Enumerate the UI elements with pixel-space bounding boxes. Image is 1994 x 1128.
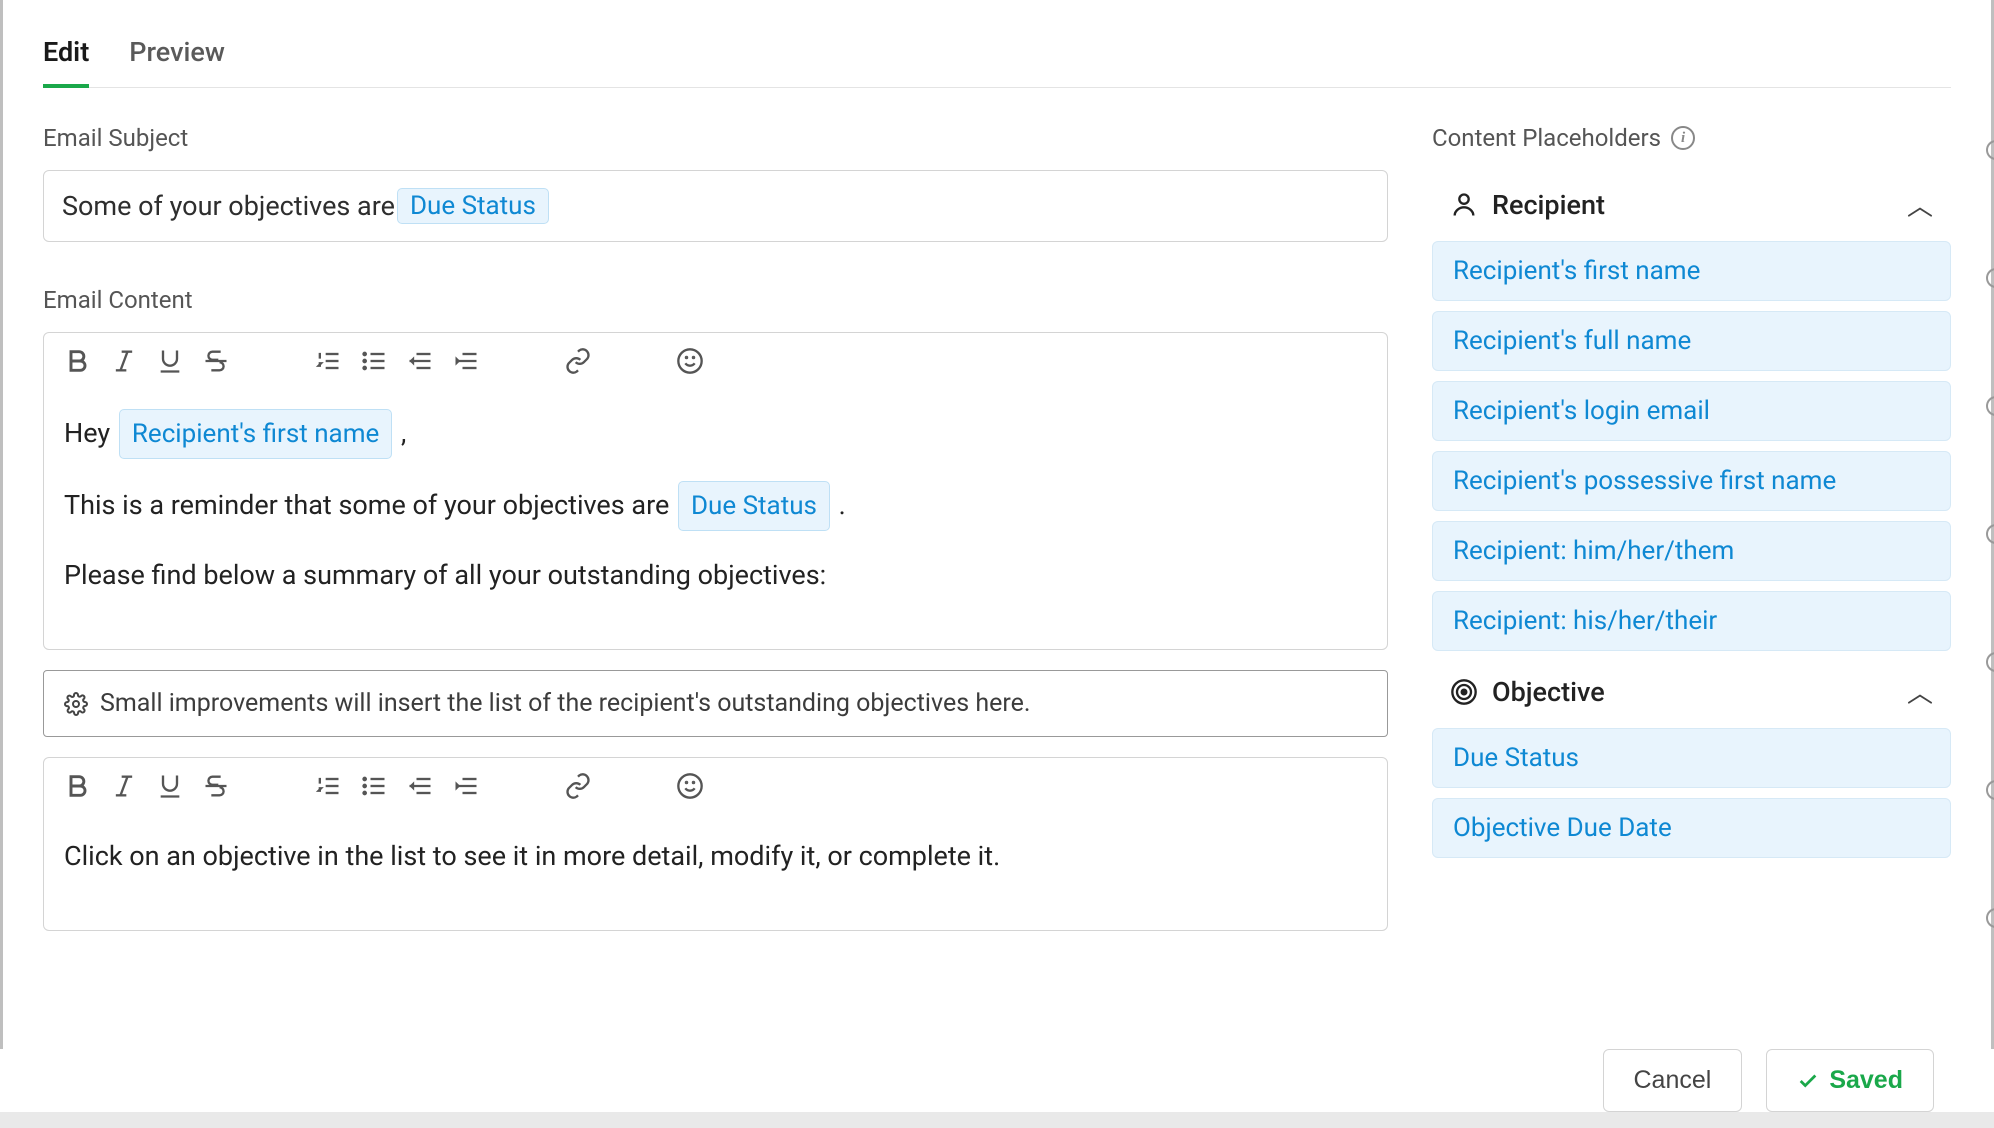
- body1-line1-prefix: Hey: [64, 417, 117, 449]
- ordered-list-icon[interactable]: [314, 772, 342, 800]
- chevron-up-icon: ︿: [1907, 673, 1933, 710]
- chevron-up-icon: ︿: [1907, 186, 1933, 223]
- gear-icon: [64, 692, 88, 716]
- strikethrough-icon[interactable]: [202, 347, 230, 375]
- objective-section-toggle[interactable]: Objective ︿: [1432, 663, 1951, 720]
- unordered-list-icon[interactable]: [360, 347, 388, 375]
- tab-preview[interactable]: Preview: [129, 20, 225, 87]
- tab-edit[interactable]: Edit: [43, 20, 89, 88]
- info-icon[interactable]: i: [1671, 126, 1695, 150]
- insert-banner-text: Small improvements will insert the list …: [100, 689, 1030, 718]
- placeholder-section-recipient: Recipient ︿ Recipient's first name Recip…: [1432, 176, 1951, 651]
- body1-line2-prefix: This is a reminder that some of your obj…: [64, 489, 676, 521]
- editor-2-toolbar: [44, 758, 1387, 806]
- unordered-list-icon[interactable]: [360, 772, 388, 800]
- ordered-list-icon[interactable]: [314, 347, 342, 375]
- subject-chip-due-status[interactable]: Due Status: [397, 188, 549, 224]
- link-icon[interactable]: [564, 772, 592, 800]
- underline-icon[interactable]: [156, 772, 184, 800]
- placeholder-section-objective: Objective ︿ Due Status Objective Due Dat…: [1432, 663, 1951, 858]
- subject-input[interactable]: Some of your objectives are Due Status: [43, 170, 1388, 242]
- subject-text: Some of your objectives are: [62, 190, 395, 222]
- outdent-icon[interactable]: [406, 772, 434, 800]
- body1-line2-suffix: .: [832, 489, 846, 521]
- emoji-icon[interactable]: [676, 347, 704, 375]
- insert-banner: Small improvements will insert the list …: [43, 670, 1388, 737]
- body2-line1: Click on an objective in the list to see…: [64, 834, 1367, 880]
- placeholders-header: Content Placeholders i: [1432, 124, 1951, 152]
- placeholder-item[interactable]: Due Status: [1432, 728, 1951, 788]
- check-icon: [1797, 1070, 1819, 1092]
- cancel-button[interactable]: Cancel: [1603, 1049, 1743, 1112]
- bottom-edge: [0, 1112, 1994, 1128]
- editor-1-toolbar: [44, 333, 1387, 381]
- bold-icon[interactable]: [64, 347, 92, 375]
- right-edge-marks: [1986, 140, 1994, 928]
- editor-2-body[interactable]: Click on an objective in the list to see…: [44, 806, 1387, 930]
- placeholder-item[interactable]: Recipient: his/her/their: [1432, 591, 1951, 651]
- subject-label: Email Subject: [43, 124, 1388, 152]
- link-icon[interactable]: [564, 347, 592, 375]
- chip-due-status[interactable]: Due Status: [678, 481, 830, 531]
- person-icon: [1450, 191, 1478, 219]
- indent-icon[interactable]: [452, 772, 480, 800]
- placeholder-item[interactable]: Recipient: him/her/them: [1432, 521, 1951, 581]
- content-label: Email Content: [43, 286, 1388, 314]
- saved-button[interactable]: Saved: [1766, 1049, 1934, 1112]
- emoji-icon[interactable]: [676, 772, 704, 800]
- editor-1: Hey Recipient's first name , This is a r…: [43, 332, 1388, 650]
- outdent-icon[interactable]: [406, 347, 434, 375]
- body1-line3: Please find below a summary of all your …: [64, 553, 1367, 599]
- placeholder-item[interactable]: Recipient's first name: [1432, 241, 1951, 301]
- tabs-bar: Edit Preview: [43, 20, 1951, 88]
- italic-icon[interactable]: [110, 347, 138, 375]
- placeholder-item[interactable]: Objective Due Date: [1432, 798, 1951, 858]
- footer-actions: Cancel Saved: [0, 1049, 1994, 1112]
- objective-section-title: Objective: [1492, 676, 1605, 708]
- placeholder-item[interactable]: Recipient's login email: [1432, 381, 1951, 441]
- editor-2: Click on an objective in the list to see…: [43, 757, 1388, 931]
- placeholders-label: Content Placeholders: [1432, 124, 1661, 152]
- editor-1-body[interactable]: Hey Recipient's first name , This is a r…: [44, 381, 1387, 649]
- placeholder-item[interactable]: Recipient's possessive first name: [1432, 451, 1951, 511]
- saved-button-label: Saved: [1829, 1066, 1903, 1095]
- underline-icon[interactable]: [156, 347, 184, 375]
- body1-line1-suffix: ,: [394, 417, 406, 449]
- recipient-section-title: Recipient: [1492, 189, 1605, 221]
- indent-icon[interactable]: [452, 347, 480, 375]
- placeholder-item[interactable]: Recipient's full name: [1432, 311, 1951, 371]
- strikethrough-icon[interactable]: [202, 772, 230, 800]
- chip-recipient-first-name[interactable]: Recipient's first name: [119, 409, 392, 459]
- target-icon: [1450, 678, 1478, 706]
- italic-icon[interactable]: [110, 772, 138, 800]
- bold-icon[interactable]: [64, 772, 92, 800]
- recipient-section-toggle[interactable]: Recipient ︿: [1432, 176, 1951, 233]
